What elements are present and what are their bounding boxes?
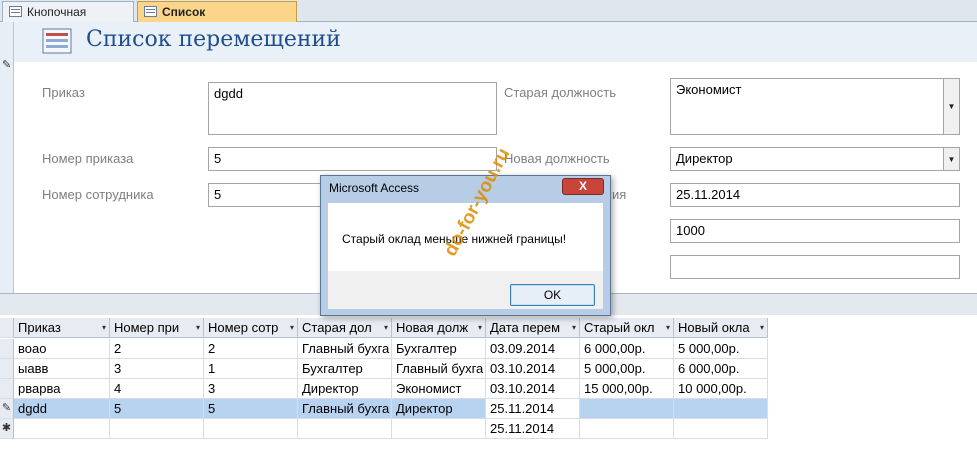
record-selector[interactable]: ✎ [0,22,14,293]
data-field[interactable]: 25.11.2014 [670,183,960,207]
table-cell[interactable]: 4 [110,379,204,399]
novaya-dolzhnost-combo[interactable]: Директор ▼ [670,147,960,171]
column-header[interactable]: Дата перем ▾ [486,318,580,338]
form-header: Список перемещений [14,22,977,62]
table-cell[interactable]: Бухгалтер [392,339,486,359]
sort-icon[interactable]: ▾ [196,318,200,337]
ok-button[interactable]: OK [510,284,595,306]
table-cell[interactable]: dgdd [14,399,110,419]
table-cell[interactable] [580,419,674,439]
table-cell[interactable]: Бухгалтер [298,359,392,379]
select-all-corner[interactable] [0,318,14,338]
form-icon [42,28,72,54]
table-cell[interactable]: Главный бухга [298,399,392,419]
table-cell[interactable]: 2 [110,339,204,359]
empty-field[interactable] [670,255,960,279]
nomer-prikaza-field[interactable]: 5 [208,147,497,171]
table-cell[interactable]: 5 [204,399,298,419]
document-tabs: Кнопочная форма Список перемещений × [0,0,977,39]
table-cell[interactable]: воао [14,339,110,359]
tab-button-form[interactable]: Кнопочная форма [2,1,134,39]
table-cell[interactable] [674,419,768,439]
column-header[interactable]: Номер при ▾ [110,318,204,338]
table-cell[interactable] [580,399,674,419]
nomer-sotrudnika-field[interactable]: 5 [208,183,323,207]
chevron-down-icon[interactable]: ▼ [943,148,959,170]
table-cell[interactable]: 6 000,00р. [674,359,768,379]
row-selector[interactable] [0,379,14,399]
table-cell[interactable]: 5 000,00р. [580,359,674,379]
label-nomer-sotrudnika: Номер сотрудника [42,187,154,202]
table-cell[interactable]: 10 000,00р. [674,379,768,399]
row-selector[interactable] [0,339,14,359]
table-cell[interactable]: 03.10.2014 [486,359,580,379]
table-cell[interactable] [298,419,392,439]
column-header[interactable]: Новый окла ▾ [674,318,768,338]
label-novaya-dolzhnost: Новая должность [504,151,610,166]
table-cell[interactable] [14,419,110,439]
column-header[interactable]: Старый окл ▾ [580,318,674,338]
column-header[interactable]: Новая долж ▾ [392,318,486,338]
table-cell[interactable]: 03.10.2014 [486,379,580,399]
sort-icon[interactable]: ▾ [384,318,388,337]
sort-icon[interactable]: ▾ [760,318,764,337]
table-cell[interactable] [204,419,298,439]
label-data-partial: ия [612,187,627,202]
pencil-icon: ✎ [2,59,12,71]
table-cell[interactable]: 5 [110,399,204,419]
table-cell[interactable]: 25.11.2014 [486,399,580,419]
row-selector[interactable] [0,359,14,379]
combo-value: Экономист [676,82,742,97]
combo-value: Директор [676,151,733,166]
table-cell[interactable]: 3 [110,359,204,379]
page-title: Список перемещений [86,27,341,52]
table-cell[interactable]: Экономист [392,379,486,399]
sort-icon[interactable]: ▾ [478,318,482,337]
label-prikaz: Приказ [42,85,85,100]
table-cell[interactable]: Директор [392,399,486,419]
tab-movements-list[interactable]: Список перемещений × [137,1,297,39]
table-cell[interactable]: 2 [204,339,298,359]
table-cell[interactable]: рварва [14,379,110,399]
column-header[interactable]: Номер сотр ▾ [204,318,298,338]
table-cell[interactable]: 1 [204,359,298,379]
table-cell[interactable]: 3 [204,379,298,399]
table-cell[interactable]: Директор [298,379,392,399]
close-icon[interactable]: X [562,178,604,195]
column-header[interactable]: Приказ ▾ [14,318,110,338]
column-header[interactable]: Старая дол ▾ [298,318,392,338]
table-cell[interactable]: Главный бухга [392,359,486,379]
table-cell[interactable]: ыавв [14,359,110,379]
table-cell[interactable]: 03.09.2014 [486,339,580,359]
sort-icon[interactable]: ▾ [102,318,106,337]
table-cell[interactable] [110,419,204,439]
table-cell[interactable] [674,399,768,419]
sort-icon[interactable]: ▾ [572,318,576,337]
table-cell[interactable]: 15 000,00р. [580,379,674,399]
table-cell[interactable]: 5 000,00р. [674,339,768,359]
label-nomer-prikaza: Номер приказа [42,151,134,166]
new-record-icon[interactable]: ✱ [0,419,14,439]
sort-icon[interactable]: ▾ [666,318,670,337]
pencil-icon[interactable]: ✎ [0,399,14,419]
form-icon [144,6,157,17]
table-cell[interactable] [392,419,486,439]
table-cell[interactable]: 6 000,00р. [580,339,674,359]
label-staraya-dolzhnost: Старая должность [504,85,616,100]
form-icon [9,6,22,17]
table-cell[interactable]: 25.11.2014 [486,419,580,439]
chevron-down-icon[interactable]: ▼ [943,79,959,134]
oklad-field[interactable]: 1000 [670,219,960,243]
prikaz-field[interactable]: dgdd [208,82,497,135]
table-cell[interactable]: Главный бухга [298,339,392,359]
dialog-title: Microsoft Access [329,181,420,195]
staraya-dolzhnost-combo[interactable]: Экономист ▼ [670,78,960,135]
sort-icon[interactable]: ▾ [290,318,294,337]
